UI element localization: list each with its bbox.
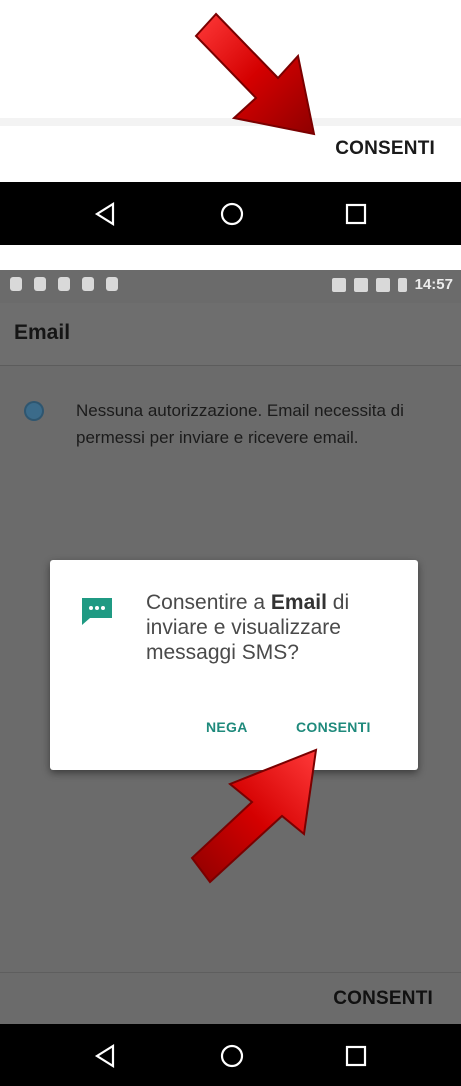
permission-info-text: Nessuna autorizzazione. Email necessita …	[76, 401, 404, 447]
vibrate-icon	[353, 277, 368, 292]
sms-message-icon	[82, 598, 112, 625]
back-triangle-icon[interactable]	[76, 1024, 136, 1086]
recents-square-icon[interactable]	[326, 182, 386, 245]
consenti-button[interactable]: CONSENTI	[335, 138, 435, 160]
permission-dialog: Consentire a Email di inviare e visualiz…	[50, 560, 418, 770]
back-triangle-icon[interactable]	[76, 182, 136, 245]
notification-icons	[10, 277, 118, 291]
bottom-action-bar: CONSENTI	[0, 972, 461, 1025]
status-bar: 14:57	[0, 270, 461, 303]
dialog-message: Consentire a Email di inviare e visualiz…	[146, 590, 402, 665]
battery-icon	[397, 277, 407, 292]
allow-button[interactable]: CONSENTI	[296, 719, 371, 735]
phone-screen: 14:57 Email Nessuna autorizzazione. Emai…	[0, 270, 461, 1086]
dialog-message-prefix: Consentire a	[146, 591, 271, 614]
dialog-app-name: Email	[270, 591, 327, 614]
notification-icon	[10, 277, 22, 291]
android-icon	[106, 277, 118, 291]
clock: 14:57	[414, 276, 453, 293]
navigation-bar	[0, 1024, 461, 1086]
deny-button[interactable]: NEGA	[206, 719, 248, 735]
info-icon	[26, 403, 42, 419]
notification-icon	[34, 277, 46, 291]
app-toolbar: Email	[0, 303, 461, 366]
notification-icon	[58, 277, 70, 291]
home-circle-icon[interactable]	[202, 1024, 262, 1086]
red-arrow-icon	[190, 748, 318, 884]
app-title: Email	[14, 321, 71, 344]
top-zoom-panel: CONSENTI	[0, 0, 461, 245]
recents-square-icon[interactable]	[326, 1024, 386, 1086]
signal-icon	[375, 277, 390, 292]
usb-icon	[82, 277, 94, 291]
red-arrow-icon	[194, 12, 316, 136]
consenti-button[interactable]: CONSENTI	[333, 988, 433, 1010]
system-status: 14:57	[331, 276, 453, 293]
navigation-bar	[0, 182, 461, 245]
home-circle-icon[interactable]	[202, 182, 262, 245]
nfc-icon	[331, 277, 346, 292]
